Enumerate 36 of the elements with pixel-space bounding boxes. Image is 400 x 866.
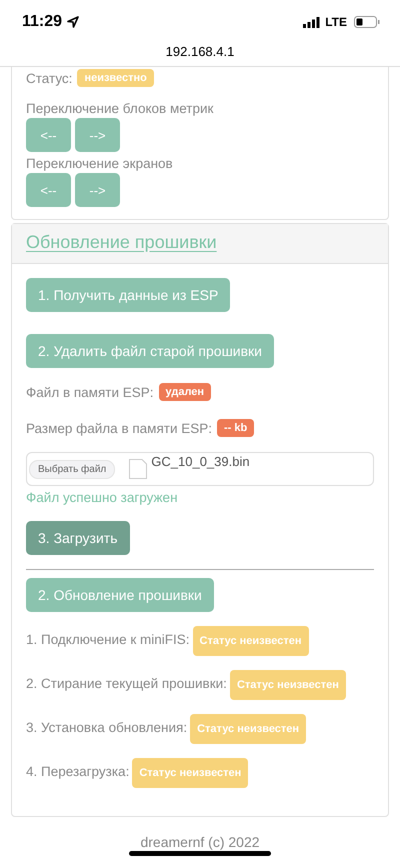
- status-badge: Статус неизвестен: [190, 714, 306, 744]
- step-label: 3. Установка обновления:: [26, 720, 188, 735]
- status-badge: Статус неизвестен: [230, 670, 346, 700]
- signal-icon: [303, 16, 320, 28]
- card-title[interactable]: Обновление прошивки: [26, 232, 217, 252]
- footer-text: dreamernf (c) 2022: [139, 834, 261, 850]
- upload-button[interactable]: 3. Загрузить: [26, 521, 130, 555]
- success-message: Файл успешно загружен: [26, 490, 178, 505]
- battery-icon: [354, 16, 380, 28]
- choose-file-button[interactable]: Выбрать файл: [29, 460, 116, 478]
- file-icon: [129, 459, 148, 479]
- file-name: GC_10_0_39.bin: [151, 454, 250, 469]
- status-badge: Статус неизвестен: [192, 626, 309, 656]
- info-label: Файл в памяти ESP:: [26, 384, 154, 400]
- arrow-button[interactable]: <--: [26, 118, 71, 152]
- file-input[interactable]: Выбрать файл GC_10_0_39.bin: [26, 452, 374, 486]
- status-badge: -- kb: [217, 419, 254, 437]
- arrow-button[interactable]: <--: [26, 173, 71, 207]
- arrow-button[interactable]: -->: [75, 173, 120, 207]
- info-label: Размер файла в памяти ESP:: [26, 420, 212, 436]
- status-badge: Статус неизвестен: [132, 758, 248, 788]
- network-type: LTE: [325, 15, 347, 29]
- status-label: Статус:: [26, 70, 72, 86]
- group-label: Переключение блоков метрик: [26, 101, 214, 116]
- url-text[interactable]: 192.168.4.1: [166, 44, 234, 59]
- status-badge: удален: [158, 383, 212, 401]
- action-button[interactable]: 2. Удалить файл старой прошивки: [26, 334, 274, 368]
- step-label: 4. Перезагрузка:: [26, 764, 130, 779]
- step-label: 2. Стирание текущей прошивки:: [26, 676, 227, 691]
- step-label: 1. Подключение к miniFIS:: [26, 632, 190, 647]
- status-badge: неизвестно: [77, 69, 154, 87]
- clock-time: 11:29: [22, 13, 62, 31]
- action-button[interactable]: 1. Получить данные из ESP: [26, 278, 230, 312]
- update-button[interactable]: 2. Обновление прошивки: [26, 578, 214, 612]
- group-label: Переключение экранов: [26, 156, 174, 171]
- arrow-button[interactable]: -->: [75, 118, 120, 152]
